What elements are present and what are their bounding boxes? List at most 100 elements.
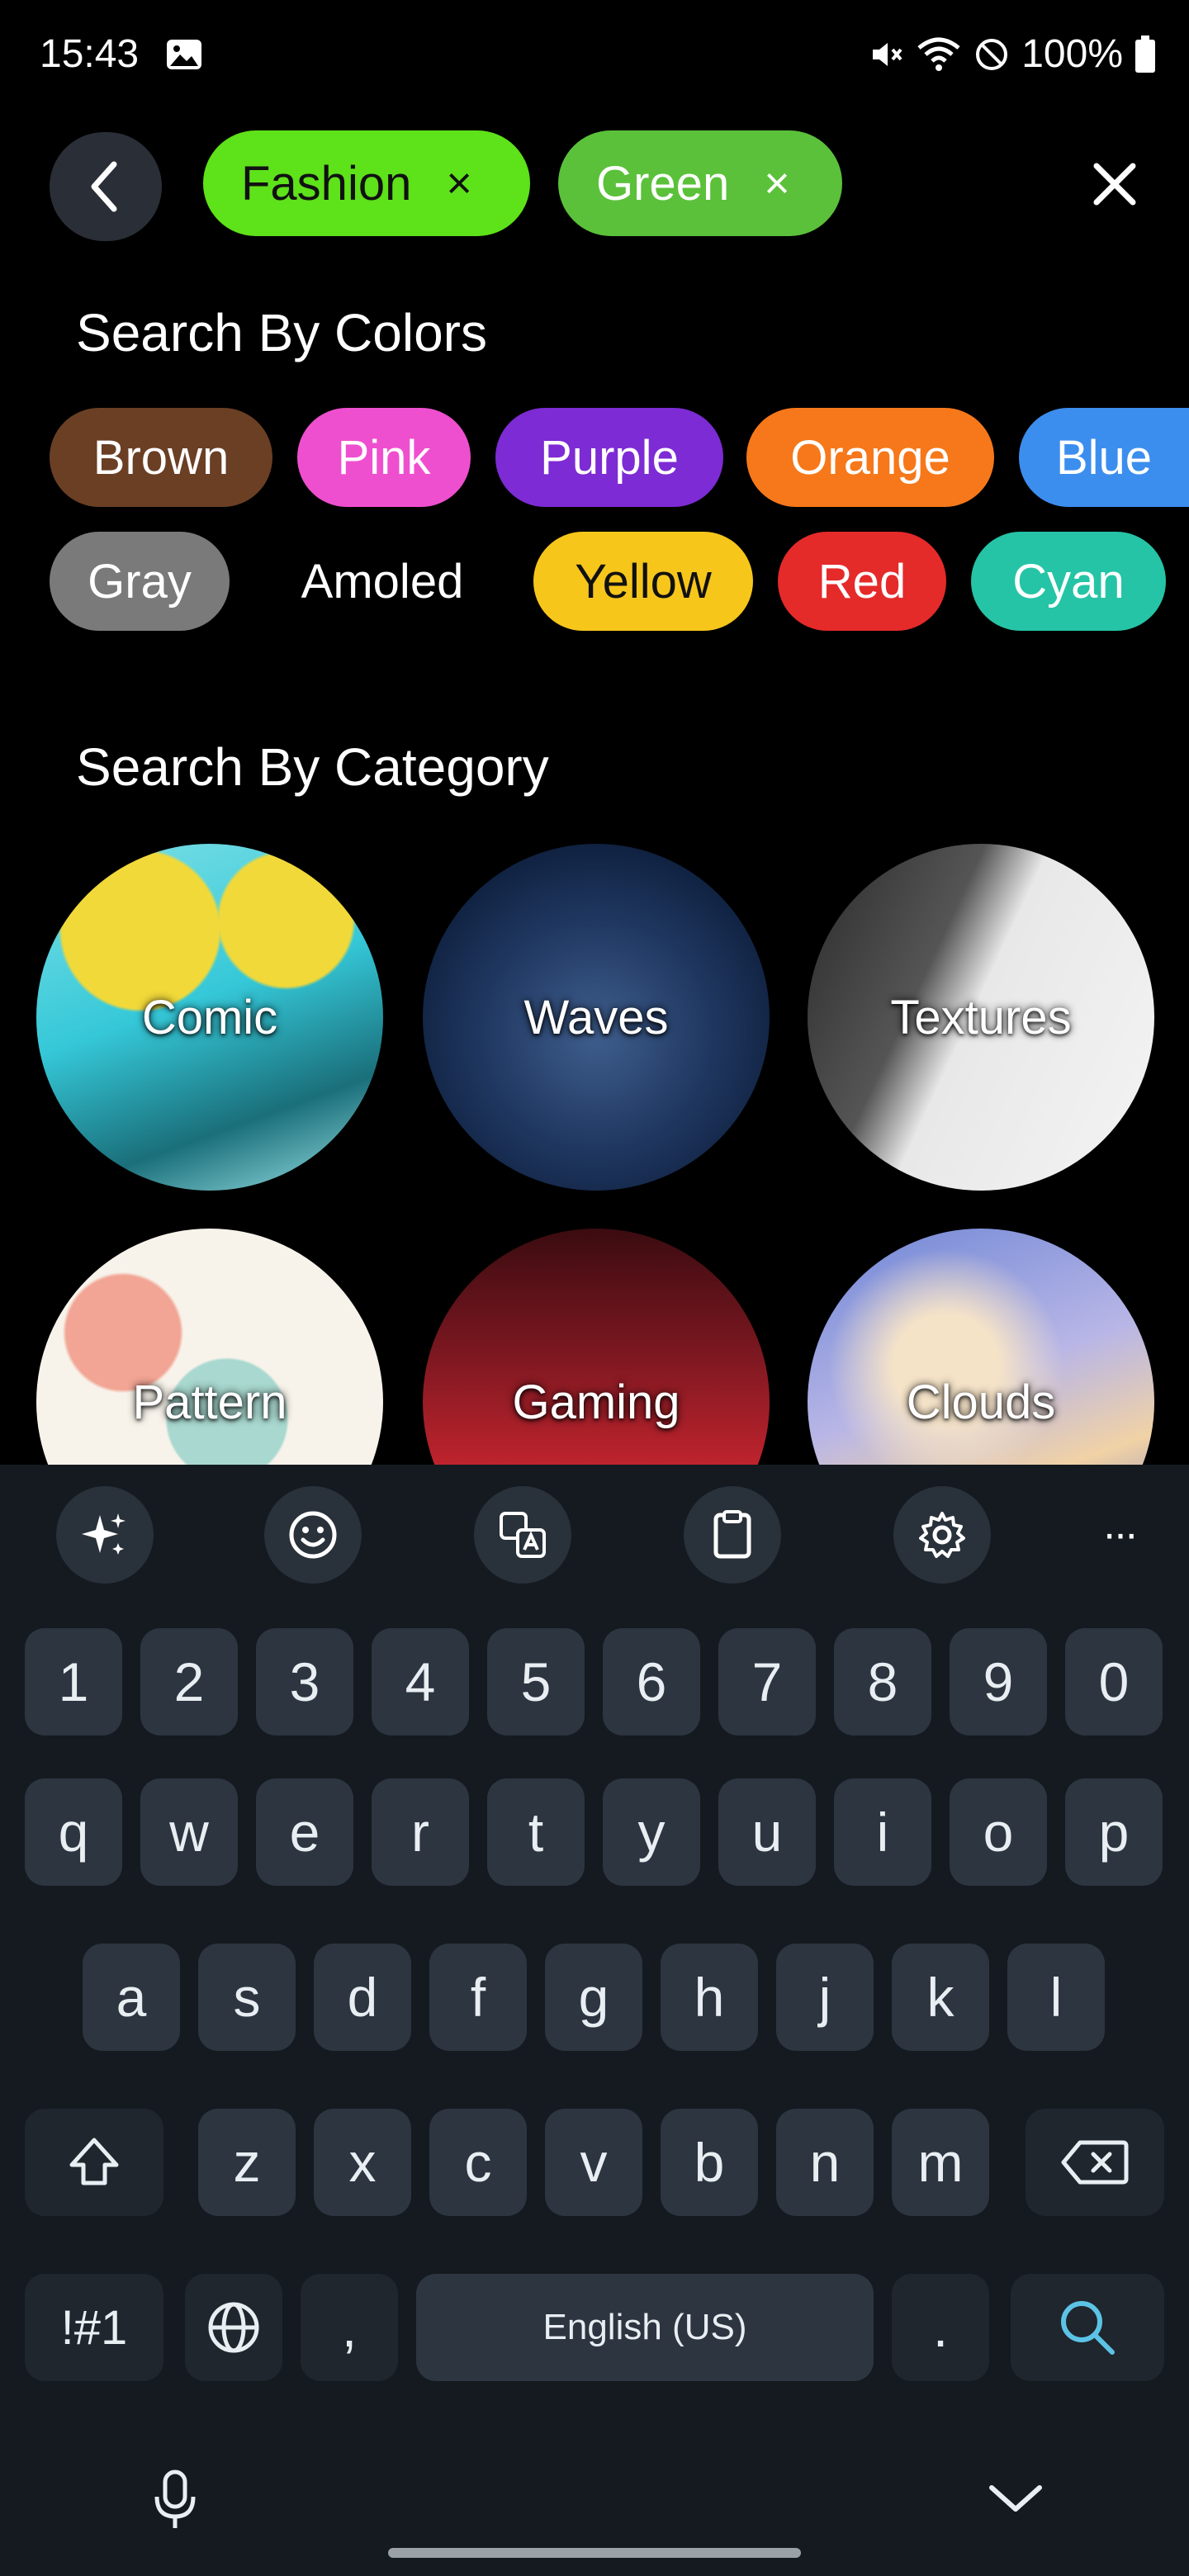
colors-section-title: Search By Colors: [76, 303, 487, 362]
key-t[interactable]: t: [487, 1778, 585, 1886]
key-u[interactable]: u: [718, 1778, 816, 1886]
color-pill-cyan[interactable]: Cyan: [971, 532, 1166, 631]
key-f[interactable]: f: [429, 1944, 527, 2051]
key-q[interactable]: q: [25, 1778, 122, 1886]
color-pill-orange[interactable]: Orange: [746, 408, 994, 507]
category-label: Clouds: [906, 1375, 1056, 1429]
key-w[interactable]: w: [140, 1778, 238, 1886]
translate-icon: [500, 1512, 546, 1558]
microphone-icon: [154, 2469, 196, 2528]
key-4[interactable]: 4: [372, 1628, 469, 1735]
sparkle-icon: [82, 1513, 126, 1555]
color-pill-brown[interactable]: Brown: [50, 408, 272, 507]
chip-label: Fashion: [241, 156, 412, 211]
category-textures[interactable]: Textures: [808, 844, 1154, 1191]
shift-icon: [69, 2138, 119, 2185]
search-key[interactable]: [1011, 2274, 1164, 2381]
category-comic[interactable]: Comic: [36, 844, 383, 1191]
key-c[interactable]: c: [429, 2109, 527, 2216]
back-button[interactable]: [50, 132, 162, 241]
key-z[interactable]: z: [198, 2109, 296, 2216]
gear-icon: [919, 1512, 965, 1558]
symbols-key[interactable]: !#1: [25, 2274, 163, 2381]
category-label: Comic: [141, 990, 278, 1044]
key-v[interactable]: v: [545, 2109, 642, 2216]
key-2[interactable]: 2: [140, 1628, 238, 1735]
key-3[interactable]: 3: [256, 1628, 353, 1735]
key-l[interactable]: l: [1007, 1944, 1105, 2051]
key-g[interactable]: g: [545, 1944, 642, 2051]
key-i[interactable]: i: [834, 1778, 931, 1886]
remove-chip-icon[interactable]: ×: [446, 161, 472, 206]
category-gaming[interactable]: Gaming: [423, 1229, 770, 1465]
key-d[interactable]: d: [314, 1944, 411, 2051]
comma-key[interactable]: ,: [301, 2274, 398, 2381]
key-s[interactable]: s: [198, 1944, 296, 2051]
period-key[interactable]: .: [892, 2274, 989, 2381]
voice-input-button[interactable]: [142, 2467, 208, 2533]
status-right: 100%: [868, 31, 1156, 77]
color-pill-yellow[interactable]: Yellow: [533, 532, 753, 631]
category-row-2-viewport: Pattern Gaming Clouds: [0, 1229, 1189, 1465]
color-pill-blue[interactable]: Blue: [1019, 408, 1189, 507]
translate-button[interactable]: [474, 1486, 571, 1584]
clipboard-button[interactable]: [684, 1486, 781, 1584]
color-pill-red[interactable]: Red: [778, 532, 946, 631]
close-icon: [1093, 163, 1136, 206]
key-a[interactable]: a: [83, 1944, 180, 2051]
category-waves[interactable]: Waves: [423, 844, 770, 1191]
remove-chip-icon[interactable]: ×: [764, 161, 790, 206]
clear-search-button[interactable]: [1073, 147, 1156, 221]
chevron-down-icon: [989, 2485, 1042, 2512]
category-label: Textures: [890, 990, 1072, 1044]
key-6[interactable]: 6: [603, 1628, 700, 1735]
more-options-button[interactable]: ···: [1073, 1501, 1164, 1567]
key-j[interactable]: j: [776, 1944, 874, 2051]
key-7[interactable]: 7: [718, 1628, 816, 1735]
key-5[interactable]: 5: [487, 1628, 585, 1735]
key-1[interactable]: 1: [25, 1628, 122, 1735]
category-section-title: Search By Category: [76, 737, 549, 797]
hide-keyboard-button[interactable]: [983, 2469, 1049, 2526]
status-bar: 15:43 100%: [0, 0, 1189, 112]
status-time: 15:43: [40, 32, 140, 76]
shift-key[interactable]: [25, 2109, 163, 2216]
key-n[interactable]: n: [776, 2109, 874, 2216]
wifi-icon: [917, 37, 960, 71]
sparkle-button[interactable]: [56, 1486, 154, 1584]
settings-button[interactable]: [893, 1486, 991, 1584]
search-icon: [1061, 2301, 1115, 2355]
key-b[interactable]: b: [661, 2109, 758, 2216]
key-p[interactable]: p: [1065, 1778, 1163, 1886]
backspace-icon: [1061, 2140, 1129, 2185]
key-0[interactable]: 0: [1065, 1628, 1163, 1735]
category-pattern[interactable]: Pattern: [36, 1229, 383, 1465]
key-9[interactable]: 9: [950, 1628, 1047, 1735]
emoji-button[interactable]: [264, 1486, 362, 1584]
key-m[interactable]: m: [892, 2109, 989, 2216]
key-r[interactable]: r: [372, 1778, 469, 1886]
key-x[interactable]: x: [314, 2109, 411, 2216]
filter-chip-green[interactable]: Green ×: [558, 130, 842, 236]
gesture-handle[interactable]: [388, 2548, 801, 2558]
globe-icon: [208, 2302, 259, 2353]
battery-percent: 100%: [1021, 32, 1123, 76]
color-pill-amoled[interactable]: Amoled: [258, 532, 507, 631]
chevron-left-icon: [91, 161, 117, 212]
key-y[interactable]: y: [603, 1778, 700, 1886]
backspace-key[interactable]: [1026, 2109, 1164, 2216]
category-label: Waves: [523, 990, 669, 1044]
key-h[interactable]: h: [661, 1944, 758, 2051]
color-pill-pink[interactable]: Pink: [297, 408, 471, 507]
category-clouds[interactable]: Clouds: [808, 1229, 1154, 1465]
key-8[interactable]: 8: [834, 1628, 931, 1735]
color-pill-purple[interactable]: Purple: [495, 408, 723, 507]
space-key[interactable]: English (US): [416, 2274, 874, 2381]
language-key[interactable]: [185, 2274, 282, 2381]
key-e[interactable]: e: [256, 1778, 353, 1886]
color-pill-gray[interactable]: Gray: [50, 532, 230, 631]
key-k[interactable]: k: [892, 1944, 989, 2051]
keyboard-toolbar: [0, 1465, 1189, 1602]
key-o[interactable]: o: [950, 1778, 1047, 1886]
filter-chip-fashion[interactable]: Fashion ×: [203, 130, 530, 236]
